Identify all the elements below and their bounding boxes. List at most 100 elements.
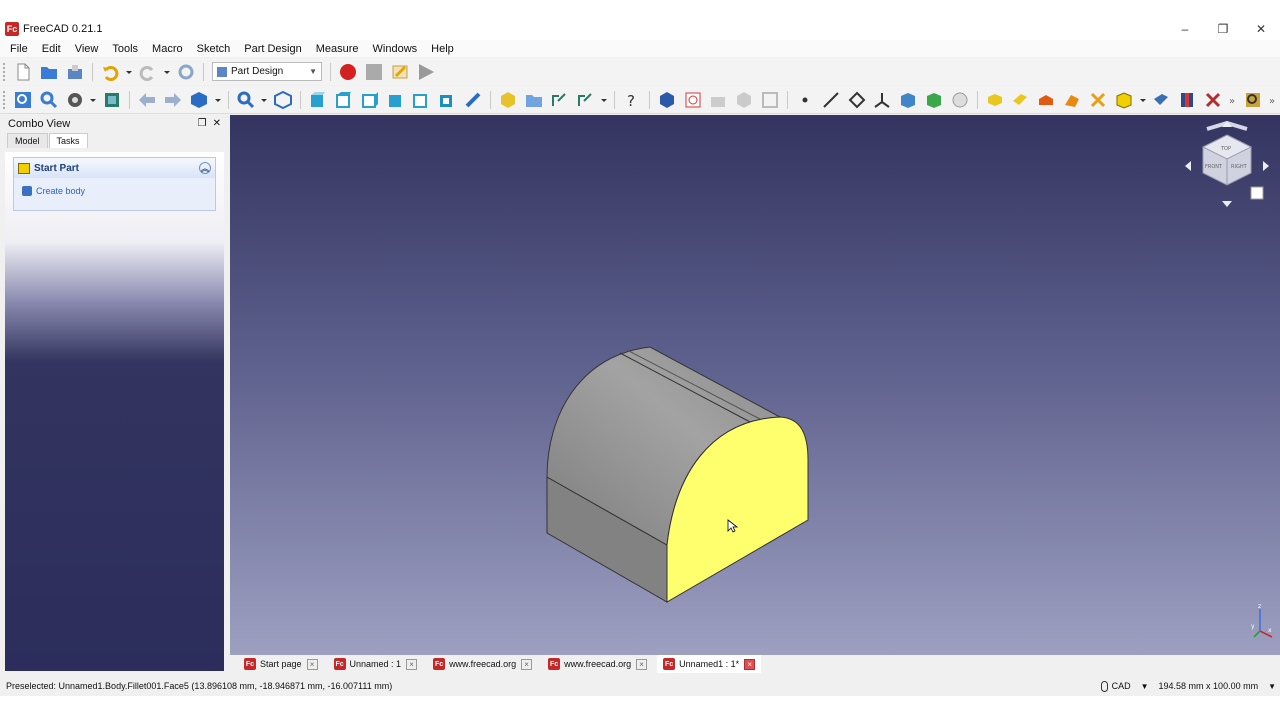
open-folder-icon[interactable]	[38, 61, 60, 83]
toolbar-overflow-icon[interactable]: »	[1268, 89, 1278, 111]
create-body-link[interactable]: Create body	[14, 178, 215, 196]
isometric-view-icon[interactable]	[188, 89, 210, 111]
tab-model[interactable]: Model	[7, 133, 48, 148]
link-dropdown-icon[interactable]	[600, 89, 608, 111]
sub-shape-binder-green-icon[interactable]	[923, 89, 945, 111]
create-part-icon[interactable]	[497, 89, 519, 111]
measure-distance-icon[interactable]	[462, 89, 484, 111]
navigation-style-selector[interactable]: CAD ▼	[1100, 680, 1149, 692]
menu-sketch[interactable]: Sketch	[190, 43, 238, 55]
hole-icon[interactable]	[1176, 89, 1198, 111]
tab-start-page[interactable]: Fc Start page ×	[238, 655, 324, 673]
undo-dropdown-icon[interactable]	[125, 61, 133, 83]
draw-style-dropdown-icon[interactable]	[89, 89, 97, 111]
zoom-dropdown-icon[interactable]	[260, 89, 268, 111]
menu-view[interactable]: View	[68, 43, 106, 55]
menu-macro[interactable]: Macro	[145, 43, 190, 55]
restore-button[interactable]: ❐	[1204, 18, 1242, 40]
datum-point-icon[interactable]	[794, 89, 816, 111]
datum-plane-icon[interactable]	[846, 89, 868, 111]
close-tab-icon[interactable]: ×	[636, 658, 648, 670]
create-sketch-icon[interactable]	[682, 89, 704, 111]
menu-windows[interactable]: Windows	[366, 43, 425, 55]
revolution-icon[interactable]	[1009, 89, 1031, 111]
draw-style-icon[interactable]	[64, 89, 86, 111]
workbench-selector[interactable]: Part Design ▼	[212, 62, 322, 81]
front-view-icon[interactable]	[307, 89, 329, 111]
create-group-icon[interactable]	[523, 89, 545, 111]
tab-label: Start page	[260, 659, 302, 669]
additive-primitive-dropdown-icon[interactable]	[1139, 89, 1147, 111]
zoom-icon[interactable]	[235, 89, 257, 111]
redo-icon[interactable]	[137, 61, 159, 83]
toolbar-grip[interactable]	[3, 90, 7, 109]
menu-help[interactable]: Help	[424, 43, 461, 55]
clone-body-icon[interactable]	[949, 89, 971, 111]
measure-tool-icon[interactable]	[1242, 89, 1264, 111]
top-view-icon[interactable]	[333, 89, 355, 111]
undo-icon[interactable]	[99, 61, 121, 83]
bounding-box-icon[interactable]	[101, 89, 123, 111]
macro-run-icon[interactable]	[415, 61, 437, 83]
pocket-icon[interactable]	[1151, 89, 1173, 111]
close-tab-icon[interactable]: ×	[306, 658, 318, 670]
menu-file[interactable]: File	[0, 43, 35, 55]
bottom-view-icon[interactable]	[411, 89, 433, 111]
macro-stop-icon[interactable]	[363, 61, 385, 83]
task-panel-header: Start Part ︽	[14, 158, 215, 178]
clone-icon[interactable]	[759, 89, 781, 111]
datum-line-icon[interactable]	[820, 89, 842, 111]
refresh-icon[interactable]	[175, 61, 197, 83]
units-dropdown-icon[interactable]: ▼	[1268, 682, 1276, 691]
menu-edit[interactable]: Edit	[35, 43, 68, 55]
close-tab-icon[interactable]: ×	[406, 658, 418, 670]
groove-icon[interactable]	[1202, 89, 1224, 111]
additive-primitive-icon[interactable]	[1113, 89, 1135, 111]
redo-dropdown-icon[interactable]	[163, 61, 171, 83]
tab-unnamed1[interactable]: Fc Unnamed1 : 1* ×	[657, 655, 762, 673]
rear-view-icon[interactable]	[385, 89, 407, 111]
additive-helix-icon[interactable]	[1087, 89, 1109, 111]
save-icon[interactable]	[64, 61, 86, 83]
tab-freecad-web-1[interactable]: Fc www.freecad.org ×	[427, 655, 538, 673]
float-panel-icon[interactable]: ❐	[198, 118, 207, 129]
pad-icon[interactable]	[984, 89, 1006, 111]
back-arrow-icon[interactable]	[136, 89, 158, 111]
navigation-cube[interactable]: TOP FRONT RIGHT	[1185, 121, 1270, 211]
new-document-icon[interactable]	[12, 61, 34, 83]
validate-sketch-icon[interactable]	[708, 89, 730, 111]
menu-tools[interactable]: Tools	[105, 43, 145, 55]
whats-this-icon[interactable]: ?	[621, 89, 643, 111]
collapse-chevron-icon[interactable]: ︽	[199, 162, 211, 174]
tab-unnamed[interactable]: Fc Unnamed : 1 ×	[328, 655, 424, 673]
close-panel-icon[interactable]: ✕	[213, 118, 221, 129]
link-actions-icon[interactable]	[574, 89, 596, 111]
fit-all-icon[interactable]	[12, 89, 34, 111]
close-tab-icon[interactable]: ×	[521, 658, 533, 670]
macro-record-icon[interactable]	[337, 61, 359, 83]
menu-measure[interactable]: Measure	[309, 43, 366, 55]
macro-edit-icon[interactable]	[389, 61, 411, 83]
more-tools-icon[interactable]: »	[1228, 89, 1238, 111]
link-icon[interactable]	[549, 89, 571, 111]
forward-arrow-icon[interactable]	[162, 89, 184, 111]
local-coordinate-system-icon[interactable]	[871, 89, 893, 111]
close-button[interactable]: ✕	[1242, 18, 1280, 40]
right-view-icon[interactable]	[359, 89, 381, 111]
menu-part-design[interactable]: Part Design	[237, 43, 308, 55]
axonometric-view-icon[interactable]	[272, 89, 294, 111]
isometric-dropdown-icon[interactable]	[214, 89, 222, 111]
additive-loft-icon[interactable]	[1035, 89, 1057, 111]
fit-selection-icon[interactable]	[38, 89, 60, 111]
shape-binder-icon[interactable]	[733, 89, 755, 111]
create-body-icon[interactable]	[656, 89, 678, 111]
tab-tasks[interactable]: Tasks	[48, 133, 88, 148]
tab-freecad-web-2[interactable]: Fc www.freecad.org ×	[542, 655, 653, 673]
minimize-button[interactable]: –	[1166, 18, 1204, 40]
toolbar-grip[interactable]	[3, 62, 7, 81]
additive-pipe-icon[interactable]	[1061, 89, 1083, 111]
sub-shape-binder-icon[interactable]	[897, 89, 919, 111]
left-view-icon[interactable]	[436, 89, 458, 111]
close-tab-icon[interactable]: ×	[744, 658, 756, 670]
3d-viewport[interactable]: TOP FRONT RIGHT z y x	[230, 115, 1280, 655]
